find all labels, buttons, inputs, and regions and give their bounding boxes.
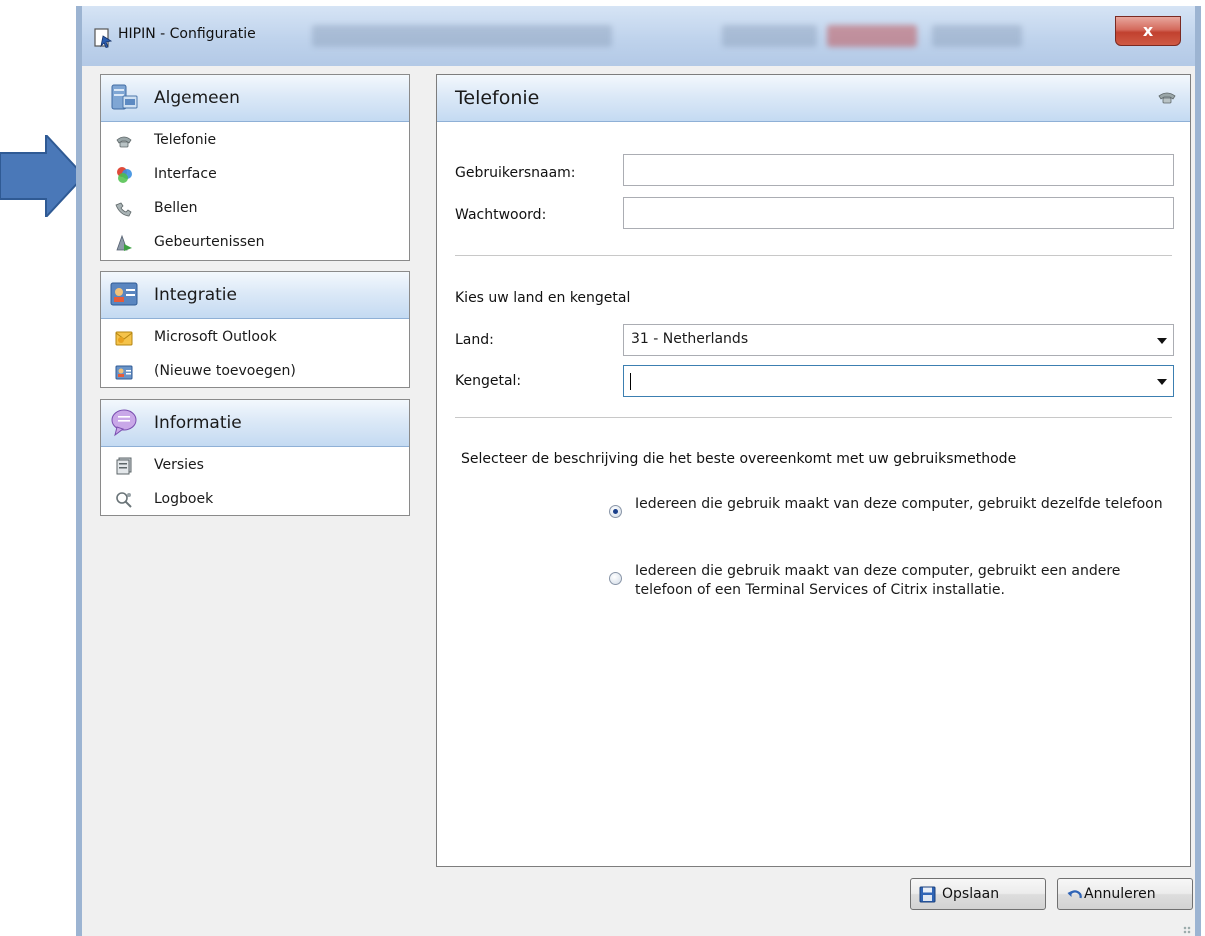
nav-group-integratie: Integratie Microsoft Outlook (Nieuwe toe… (100, 271, 410, 388)
contact-card-icon (115, 365, 133, 380)
sidebar-item-label: Bellen (154, 200, 198, 216)
group-label: Informatie (154, 413, 242, 433)
radio-button[interactable] (609, 572, 622, 585)
section-divider (455, 417, 1172, 418)
close-button[interactable]: x (1115, 16, 1181, 46)
save-button[interactable]: Opslaan (910, 878, 1046, 910)
undo-icon (1067, 890, 1082, 899)
group-header-integratie[interactable]: Integratie (101, 272, 409, 319)
usage-option-same-phone[interactable]: Iedereen die gebruik maakt van deze comp… (609, 495, 1169, 535)
sidebar-item-gebeurtenissen[interactable]: Gebeurtenissen (101, 226, 409, 260)
chevron-down-icon[interactable] (1157, 379, 1167, 385)
panel-title: Telefonie (455, 87, 540, 109)
phone-icon (116, 136, 132, 148)
sidebar-item-microsoft-outlook[interactable]: Microsoft Outlook (101, 321, 409, 355)
window-title: HIPIN - Configuratie (118, 26, 256, 42)
events-icon (116, 234, 132, 251)
area-code-label: Kengetal: (455, 373, 522, 389)
outlook-icon (115, 331, 133, 346)
blurred-background-toolbar (312, 25, 612, 47)
save-button-label: Opslaan (942, 886, 1000, 902)
close-icon: x (1142, 21, 1154, 40)
sidebar-item-versies[interactable]: Versies (101, 449, 409, 483)
section-divider (455, 255, 1172, 256)
username-input[interactable] (623, 154, 1174, 186)
server-settings-icon (111, 84, 138, 110)
group-header-algemeen[interactable]: Algemeen (101, 75, 409, 122)
speech-bubble-icon (111, 409, 137, 437)
usage-heading: Selecteer de beschrijving die het beste … (461, 451, 1017, 467)
phone-icon (1158, 92, 1176, 104)
versions-icon (116, 457, 132, 475)
username-label: Gebruikersnaam: (455, 165, 576, 181)
sidebar-item-label: (Nieuwe toevoegen) (154, 363, 296, 379)
sidebar-item-nieuwe-toevoegen[interactable]: (Nieuwe toevoegen) (101, 355, 409, 389)
cancel-button-label: Annuleren (1084, 886, 1156, 902)
sidebar-item-label: Versies (154, 457, 204, 473)
logbook-icon (116, 492, 132, 508)
password-label: Wachtwoord: (455, 207, 547, 223)
annotation-arrow (0, 135, 86, 217)
floppy-disk-icon (919, 886, 936, 903)
area-code-select[interactable] (623, 365, 1174, 397)
title-bar[interactable]: HIPIN - Configuratie x (82, 6, 1195, 66)
chevron-down-icon[interactable] (1157, 338, 1167, 344)
radio-button[interactable] (609, 505, 622, 518)
group-header-informatie[interactable]: Informatie (101, 400, 409, 447)
country-label: Land: (455, 332, 494, 348)
sidebar-item-label: Telefonie (154, 132, 217, 148)
usage-option-different-phone[interactable]: Iedereen die gebruik maakt van deze comp… (609, 562, 1169, 602)
text-cursor (630, 373, 631, 390)
country-select-value: 31 - Netherlands (631, 331, 749, 347)
cancel-button[interactable]: Annuleren (1057, 878, 1193, 910)
config-window: HIPIN - Configuratie x Algemeen Telefoni… (76, 6, 1201, 936)
sidebar-item-label: Gebeurtenissen (154, 234, 265, 250)
app-icon (94, 28, 112, 48)
sidebar-item-interface[interactable]: Interface (101, 158, 409, 192)
sidebar-item-telefonie[interactable]: Telefonie (101, 124, 409, 158)
region-heading: Kies uw land en kengetal (455, 290, 631, 306)
radio-label: Iedereen die gebruik maakt van deze comp… (635, 563, 1121, 598)
sidebar-item-bellen[interactable]: Bellen (101, 192, 409, 226)
phone-handset-icon (115, 202, 132, 217)
resize-grip-icon[interactable] (1183, 926, 1191, 934)
color-circles-icon (117, 167, 132, 183)
radio-label: Iedereen die gebruik maakt van deze comp… (635, 496, 1163, 512)
blurred-background-text (722, 25, 817, 47)
sidebar-item-label: Logboek (154, 491, 214, 507)
sidebar-item-logboek[interactable]: Logboek (101, 483, 409, 517)
sidebar-item-label: Interface (154, 166, 217, 182)
panel-header: Telefonie (437, 75, 1190, 122)
group-label: Integratie (154, 285, 237, 305)
blurred-background-text (827, 25, 917, 47)
blurred-background-text (932, 25, 1022, 47)
telefonie-panel: Telefonie Gebruikersnaam: Wachtwoord: Ki… (436, 74, 1191, 867)
password-input[interactable] (623, 197, 1174, 229)
group-label: Algemeen (154, 88, 240, 108)
country-select[interactable]: 31 - Netherlands (623, 324, 1174, 356)
contact-card-icon (110, 282, 138, 306)
window-client: Algemeen Telefonie Interface Bellen Gebe… (82, 66, 1195, 936)
nav-group-informatie: Informatie Versies Logboek (100, 399, 410, 516)
nav-group-algemeen: Algemeen Telefonie Interface Bellen Gebe… (100, 74, 410, 261)
sidebar-item-label: Microsoft Outlook (154, 329, 277, 345)
